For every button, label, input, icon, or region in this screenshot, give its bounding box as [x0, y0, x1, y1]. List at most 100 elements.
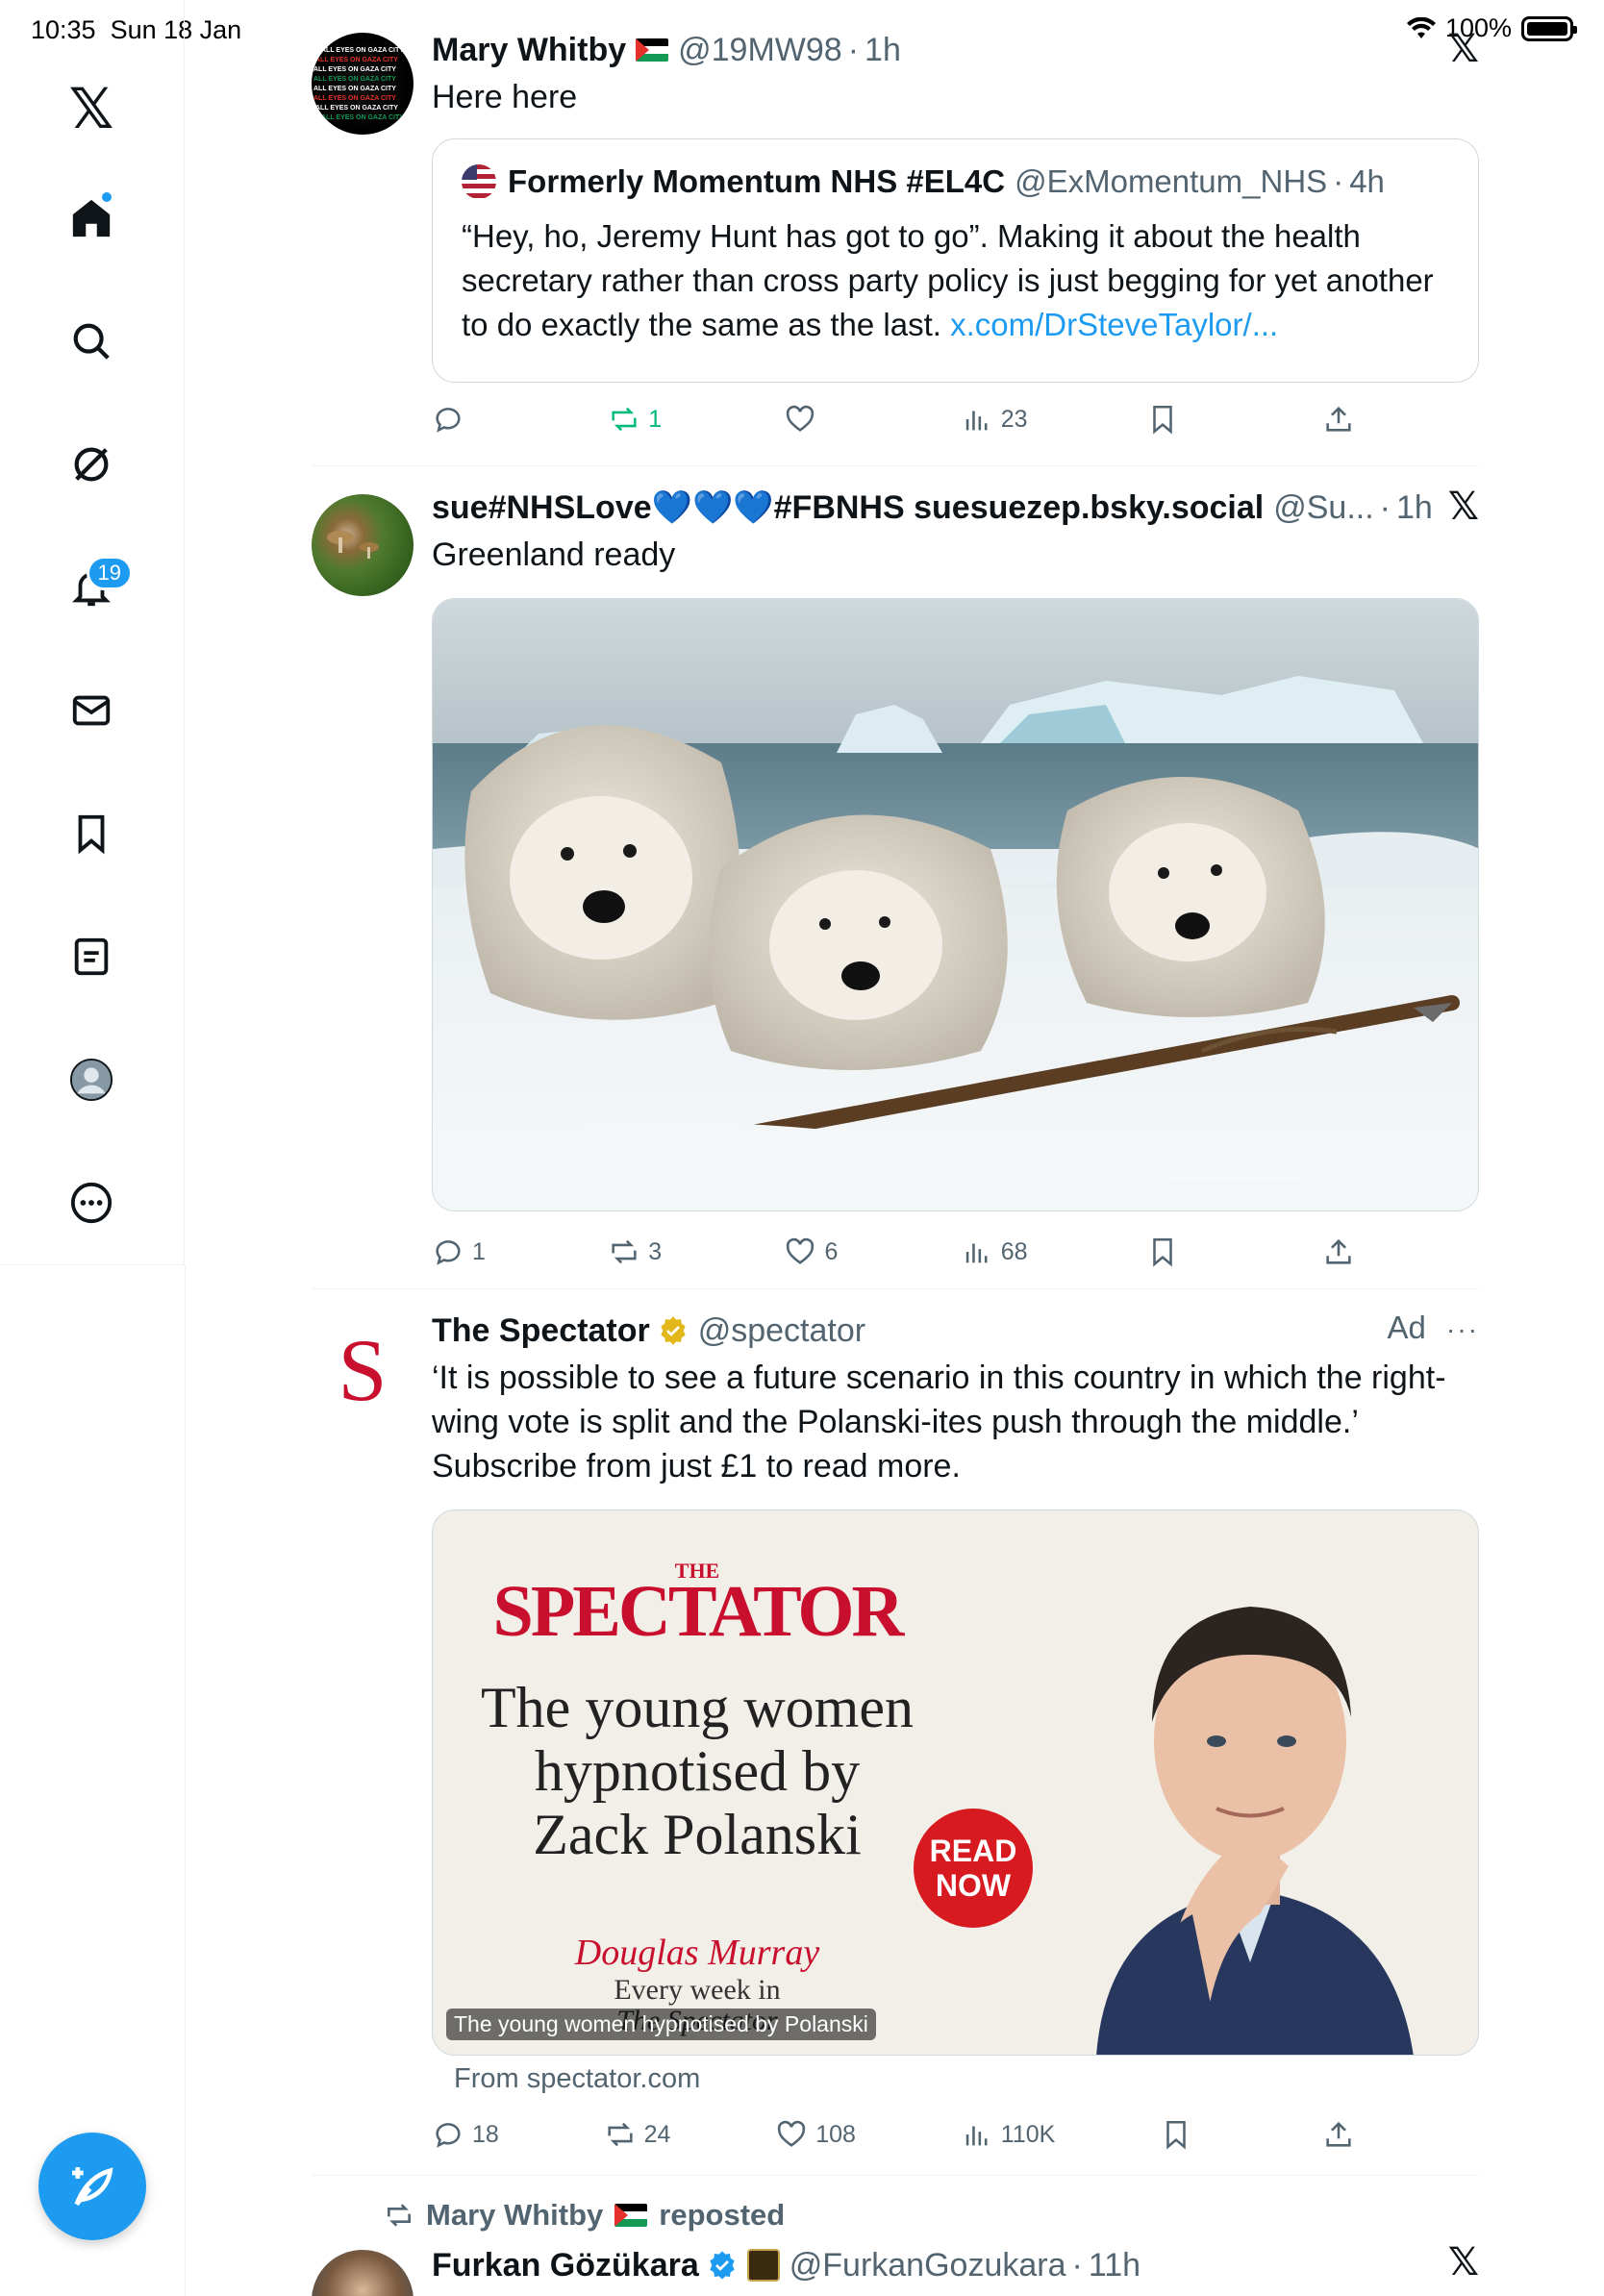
post-spectator-ad[interactable]: S The Spectator @spectator ‘It is possib…: [312, 1310, 1479, 2156]
reply-button[interactable]: 18: [432, 2118, 499, 2151]
svg-text:ALL EYES ON GAZA CITY: ALL EYES ON GAZA CITY: [313, 66, 396, 73]
post-time[interactable]: 1h: [1396, 489, 1433, 527]
ad-label: Ad ···: [1387, 1310, 1479, 1345]
post-header: The Spectator @spectator: [432, 1310, 1479, 1352]
author-name[interactable]: Mary Whitby: [432, 32, 626, 69]
post-divider: [312, 465, 1479, 466]
bookmark-icon: [1152, 405, 1172, 435]
reply-icon: [436, 1240, 461, 1265]
sidebar-nav: 𝕏 19: [0, 0, 185, 1265]
more-options-icon[interactable]: ···: [1446, 1314, 1479, 1344]
affiliate-badge-icon: [746, 2249, 780, 2282]
svg-text:ALL EYES ON GAZA CITY: ALL EYES ON GAZA CITY: [321, 47, 404, 54]
author-handle[interactable]: @Su...: [1273, 489, 1373, 527]
bookmark-icon: [78, 814, 105, 855]
post-time[interactable]: 1h: [865, 32, 901, 69]
post-header: Mary Whitby @19MW98 · 1h: [432, 31, 901, 69]
compose-button[interactable]: [38, 2133, 146, 2240]
repost-button[interactable]: 3: [608, 1235, 665, 1268]
repost-count: 24: [643, 2120, 671, 2148]
post-actions: 1 3 6 68: [432, 1233, 1355, 1271]
card-source[interactable]: From spectator.com: [454, 2063, 700, 2095]
x-source-icon: 𝕏: [1447, 27, 1479, 71]
nav-more[interactable]: [58, 1169, 125, 1236]
bookmark-icon: [1152, 1237, 1172, 1267]
reply-button[interactable]: [432, 403, 489, 436]
reposter-name[interactable]: Mary Whitby: [426, 2198, 603, 2233]
quoted-post[interactable]: Formerly Momentum NHS #EL4C @ExMomentum_…: [432, 138, 1479, 383]
analytics-icon: [965, 1243, 988, 1263]
share-icon: [1326, 1238, 1351, 1264]
columnist-portrait: [1096, 1607, 1414, 2055]
post-mary-whitby[interactable]: ALL EYES ON GAZA CITY ALL EYES ON GAZA C…: [312, 27, 1479, 442]
author-name[interactable]: Furkan Gözükara: [432, 2247, 699, 2284]
svg-text:ALL EYES ON GAZA CITY: ALL EYES ON GAZA CITY: [313, 95, 396, 102]
post-actions: 18 24 108 110K: [432, 2115, 1355, 2154]
list-icon: [74, 937, 109, 976]
share-icon: [1326, 406, 1351, 432]
avatar[interactable]: [312, 494, 414, 596]
bookmark-button[interactable]: [1146, 1235, 1204, 1268]
polar-bears-image: [433, 599, 1478, 1210]
post-image[interactable]: [432, 598, 1479, 1211]
post-time[interactable]: 11h: [1089, 2247, 1140, 2284]
compose-feather-icon: [72, 2167, 113, 2207]
nav-home[interactable]: [58, 185, 125, 252]
palestine-flag-icon: [614, 2204, 648, 2227]
avatar[interactable]: S: [312, 1319, 414, 1421]
bookmark-button[interactable]: [1146, 403, 1204, 436]
like-button[interactable]: 108: [775, 2118, 856, 2151]
repost-button[interactable]: 1: [608, 403, 665, 436]
author-name[interactable]: sue#NHSLove💙💙💙#FBNHS suesuezep.bsky.soci…: [432, 488, 1264, 527]
post-text: Here here: [432, 79, 578, 115]
share-button[interactable]: [1322, 403, 1355, 436]
author-name[interactable]: The Spectator: [432, 1312, 650, 1350]
like-button[interactable]: 6: [784, 1235, 841, 1268]
heart-icon: [787, 1237, 815, 1264]
post-furkan[interactable]: Mary Whitby reposted Furkan Gözükara @Fu…: [312, 2198, 1479, 2296]
views-button[interactable]: 23: [961, 403, 1028, 436]
unread-dot: [102, 192, 112, 202]
repost-count: 1: [648, 405, 663, 433]
bookmark-button[interactable]: [1160, 2118, 1217, 2151]
x-logo-icon[interactable]: 𝕏: [58, 75, 125, 142]
like-button[interactable]: [784, 403, 841, 436]
heart-icon: [787, 405, 815, 432]
nav-grok[interactable]: [58, 431, 125, 498]
repost-icon: [388, 2204, 411, 2227]
ad-card[interactable]: THE SPECTATOR The young women hypnotised…: [432, 1510, 1479, 2056]
like-count: 6: [824, 1237, 839, 1265]
views-button[interactable]: 110K: [961, 2118, 1055, 2151]
repost-icon: [612, 1239, 637, 1264]
avatar[interactable]: [312, 2250, 414, 2296]
card-tagline: Every week in: [614, 1974, 781, 2006]
svg-text:ALL EYES ON GAZA CITY: ALL EYES ON GAZA CITY: [315, 57, 398, 63]
repost-attribution: Mary Whitby reposted: [384, 2198, 785, 2233]
post-divider: [312, 1288, 1479, 1289]
reply-button[interactable]: 1: [432, 1235, 489, 1268]
nav-explore[interactable]: [58, 308, 125, 375]
post-sue[interactable]: sue#NHSLove💙💙💙#FBNHS suesuezep.bsky.soci…: [312, 485, 1479, 1275]
x-source-icon: 𝕏: [1447, 485, 1479, 529]
author-handle[interactable]: @FurkanGozukara: [789, 2247, 1066, 2284]
svg-text:ALL EYES ON GAZA CITY: ALL EYES ON GAZA CITY: [315, 105, 398, 112]
share-button[interactable]: [1322, 2118, 1355, 2151]
repost-word: reposted: [659, 2198, 786, 2232]
views-button[interactable]: 68: [961, 1235, 1028, 1268]
svg-text:ALL EYES ON GAZA CITY: ALL EYES ON GAZA CITY: [313, 76, 396, 83]
read-now-badge[interactable]: READ NOW: [914, 1809, 1033, 1928]
avatar[interactable]: ALL EYES ON GAZA CITY ALL EYES ON GAZA C…: [312, 33, 414, 135]
post-header: sue#NHSLove💙💙💙#FBNHS suesuezep.bsky.soci…: [432, 488, 1433, 527]
author-handle[interactable]: @spectator: [698, 1312, 865, 1350]
quote-link[interactable]: x.com/DrSteveTaylor/...: [950, 307, 1278, 342]
nav-notifications[interactable]: 19: [58, 554, 133, 621]
nav-bookmarks[interactable]: [58, 800, 125, 867]
author-handle[interactable]: @19MW98: [678, 32, 842, 69]
nav-profile[interactable]: [58, 1046, 125, 1113]
nav-messages[interactable]: [58, 677, 125, 744]
share-button[interactable]: [1322, 1235, 1355, 1268]
repost-button[interactable]: 24: [604, 2118, 671, 2151]
svg-text:ALL EYES ON GAZA CITY: ALL EYES ON GAZA CITY: [321, 114, 404, 121]
search-icon: [73, 323, 110, 360]
nav-lists[interactable]: [58, 923, 125, 990]
